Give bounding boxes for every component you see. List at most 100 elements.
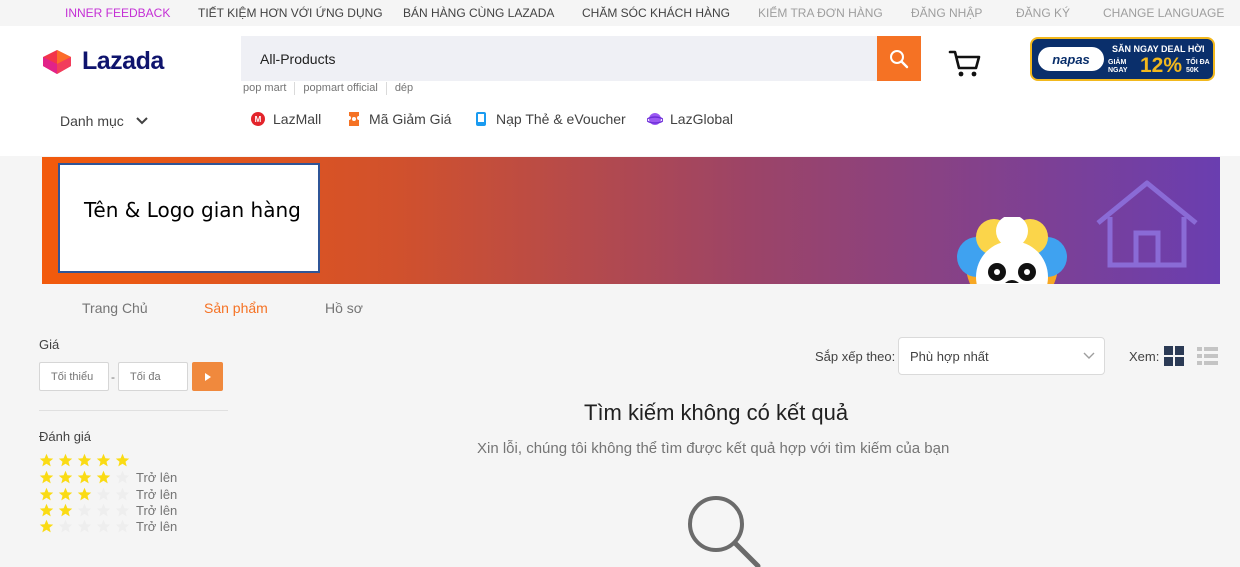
search-button[interactable] (877, 36, 921, 81)
quick-link-topup[interactable]: Nạp Thẻ & eVoucher (473, 111, 626, 127)
globe-icon (647, 113, 663, 125)
shop-banner: Tên & Logo gian hàng (42, 157, 1220, 284)
rating-option-1[interactable]: Trở lên (39, 518, 177, 534)
inner-feedback-link[interactable]: INNER FEEDBACK (65, 6, 170, 20)
mascot-illustration (957, 217, 1067, 284)
change-language-link[interactable]: CHANGE LANGUAGE (1103, 6, 1224, 20)
star-icon (39, 453, 54, 466)
rating-suffix: Trở lên (136, 469, 178, 485)
chevron-down-icon (136, 117, 148, 125)
star-icon (115, 503, 130, 516)
star-icon (96, 503, 111, 516)
app-savings-link[interactable]: TIẾT KIỆM HƠN VỚI ỨNG DỤNG (198, 6, 383, 20)
tab-profile[interactable]: Hồ sơ (325, 300, 363, 316)
lazmall-icon: M (251, 112, 265, 126)
star-icon (58, 487, 73, 500)
star-icon (115, 470, 130, 483)
header: Lazada pop mart popmart official dép nap… (0, 26, 1240, 156)
sort-selected-value: Phù hợp nhất (910, 349, 989, 364)
star-icon (77, 519, 92, 532)
quick-link-label: LazMall (273, 111, 322, 127)
house-icon (1096, 180, 1198, 268)
filter-divider (39, 410, 228, 411)
phone-card-icon (476, 112, 486, 126)
play-icon (204, 372, 211, 381)
price-apply-button[interactable] (192, 362, 223, 391)
customer-care-link[interactable]: CHĂM SÓC KHÁCH HÀNG (582, 6, 730, 20)
star-icon (58, 453, 73, 466)
star-icon (39, 470, 54, 483)
star-icon (39, 519, 54, 532)
star-icon (115, 519, 130, 532)
tab-products[interactable]: Sản phẩm (204, 300, 268, 316)
empty-result-title: Tìm kiếm không có kết quả (584, 400, 849, 425)
chevron-down-icon (1083, 352, 1095, 359)
quick-link-lazmall[interactable]: M LazMall (250, 111, 321, 127)
quick-link-voucher[interactable]: Mã Giảm Giá (346, 111, 451, 127)
search-hint[interactable]: dép (385, 82, 421, 95)
price-min-input[interactable] (39, 362, 109, 391)
logo-text: Lazada (82, 46, 164, 75)
login-link[interactable]: ĐĂNG NHẬP (911, 6, 982, 20)
category-menu[interactable]: Danh mục (60, 113, 148, 129)
quick-link-label: LazGlobal (670, 111, 734, 127)
grid-view-icon[interactable] (1164, 346, 1184, 366)
rating-option-4[interactable]: Trở lên (39, 469, 177, 485)
napas-promo-banner[interactable]: napas SĂN NGAY DEAL HỜI GIẢM NGAY 12% TỐ… (1030, 37, 1215, 81)
star-icon (39, 487, 54, 500)
lazada-logo[interactable]: Lazada (40, 46, 164, 76)
rating-filter-label: Đánh giá (39, 429, 92, 444)
star-icon (39, 503, 54, 516)
cart-icon[interactable] (948, 48, 982, 78)
star-icon (96, 470, 111, 483)
quick-link-lazglobal[interactable]: LazGlobal (647, 111, 733, 127)
search-hint[interactable]: popmart official (294, 82, 385, 95)
search-input[interactable] (241, 36, 841, 81)
promo-percent: 12% (1140, 54, 1183, 77)
promo-discount-label: GIẢM NGAY (1108, 59, 1128, 74)
star-icon (96, 453, 111, 466)
sort-label: Sắp xếp theo: (815, 349, 896, 364)
price-max-input[interactable] (118, 362, 188, 391)
sell-on-lazada-link[interactable]: BÁN HÀNG CÙNG LAZADA (403, 6, 554, 20)
star-icon (96, 487, 111, 500)
search-icon (890, 49, 909, 68)
shop-name: Tên & Logo gian hàng (84, 198, 301, 222)
promo-headline: SĂN NGAY DEAL HỜI (1112, 44, 1205, 54)
top-bar: INNER FEEDBACK TIẾT KIỆM HƠN VỚI ỨNG DỤN… (0, 0, 1240, 26)
svg-text:M: M (255, 115, 262, 124)
rating-suffix: Trở lên (136, 518, 178, 534)
quick-link-label: Mã Giảm Giá (369, 111, 452, 127)
search-hints: pop mart popmart official dép (243, 82, 421, 95)
rating-option-3[interactable]: Trở lên (39, 486, 177, 502)
rating-suffix: Trở lên (136, 486, 178, 502)
sort-select[interactable]: Phù hợp nhất (898, 337, 1105, 375)
search-hint[interactable]: pop mart (243, 82, 294, 95)
price-separator: - (111, 370, 115, 384)
rating-suffix: Trở lên (136, 502, 178, 518)
napas-logo: napas (1038, 47, 1104, 71)
search-bar (241, 36, 877, 81)
view-label: Xem: (1129, 349, 1160, 364)
star-icon (58, 503, 73, 516)
shop-name-logo-box: Tên & Logo gian hàng (58, 163, 320, 273)
category-label: Danh mục (60, 113, 124, 129)
star-icon (115, 453, 130, 466)
star-icon (96, 519, 111, 532)
star-icon (77, 470, 92, 483)
price-filter-label: Giá (39, 337, 60, 352)
tab-home[interactable]: Trang Chủ (82, 300, 148, 316)
large-search-icon (688, 496, 761, 567)
signup-link[interactable]: ĐĂNG KÝ (1016, 6, 1070, 20)
star-icon (77, 487, 92, 500)
rating-option-2[interactable]: Trở lên (39, 502, 177, 518)
lazada-heart-icon (43, 50, 71, 74)
star-icon (77, 503, 92, 516)
star-icon (58, 519, 73, 532)
rating-option-5[interactable] (39, 452, 134, 468)
track-order-link[interactable]: KIỂM TRA ĐƠN HÀNG (758, 6, 883, 20)
star-icon (115, 487, 130, 500)
empty-result-subtitle: Xin lỗi, chúng tôi không thể tìm được kế… (477, 440, 950, 457)
quick-link-label: Nạp Thẻ & eVoucher (496, 111, 626, 127)
list-view-icon[interactable] (1197, 346, 1218, 366)
